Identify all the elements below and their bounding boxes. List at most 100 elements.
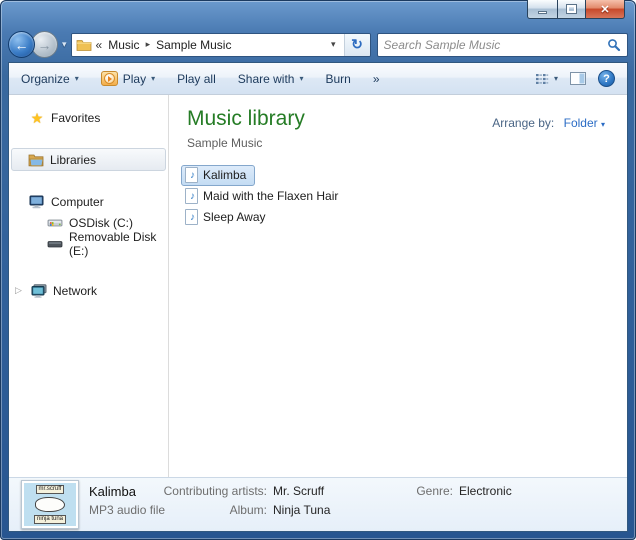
refresh-icon: ↻ [351, 36, 363, 53]
album-art-album-text: ninja tuna [34, 515, 66, 524]
arrange-by-label: Arrange by: [492, 116, 554, 130]
play-label: Play [123, 72, 146, 86]
sidebar-item-computer[interactable]: Computer [9, 191, 168, 212]
change-view-button[interactable]: ▾ [535, 73, 558, 85]
selected-file-title: Kalimba [89, 484, 136, 499]
maximize-icon [567, 5, 576, 13]
page-subtitle: Sample Music [187, 136, 305, 150]
network-icon [31, 284, 47, 298]
preview-pane-icon [570, 72, 586, 85]
page-title: Music library [187, 107, 305, 131]
genre-value: Electronic [459, 484, 512, 498]
sidebar-item-label: OSDisk (C:) [69, 216, 133, 230]
music-file-icon: ♪ [185, 209, 198, 225]
removable-drive-icon [47, 239, 63, 249]
album-value: Ninja Tuna [273, 503, 330, 517]
genre-label: Genre: [385, 484, 453, 498]
sidebar-item-label: Network [53, 284, 97, 298]
help-button[interactable]: ? [598, 70, 615, 87]
history-dropdown-button[interactable]: ▾ [62, 39, 67, 50]
album-art: mr.scruff ninja tuna [24, 483, 76, 526]
toolbar-overflow-button[interactable]: » [373, 72, 380, 86]
navigation-bar: ← → ▾ « Music ▸ Sample Music ▾ ↻ [0, 27, 636, 62]
address-bar[interactable]: « Music ▸ Sample Music ▾ ↻ [71, 33, 371, 57]
app-region: Organize ▾ Play ▾ Play all Share with ▾ … [8, 62, 628, 532]
toolbar-right-group: ▾ ? [535, 70, 615, 87]
navigation-pane: ★ Favorites Libraries Computer [9, 95, 169, 477]
minimize-button[interactable] [527, 0, 557, 19]
album-art-thumbnail[interactable]: mr.scruff ninja tuna [21, 480, 79, 529]
close-button[interactable]: ✕ [585, 0, 625, 19]
play-all-button[interactable]: Play all [177, 72, 216, 86]
album-art-blob [35, 497, 65, 512]
file-row: ♪ Kalimba [181, 165, 627, 186]
breadcrumb-separator-icon[interactable]: ▸ [146, 39, 151, 50]
file-list-pane: Music library Sample Music Arrange by: F… [169, 95, 627, 477]
overflow-icon: » [373, 72, 380, 86]
file-name: Maid with the Flaxen Hair [203, 189, 338, 203]
sidebar-item-libraries[interactable]: Libraries [11, 148, 166, 171]
caption-buttons: ✕ [527, 0, 625, 19]
folder-icon [76, 38, 92, 51]
library-header: Music library Sample Music Arrange by: F… [169, 95, 627, 150]
play-button[interactable]: Play ▾ [101, 71, 155, 86]
sidebar-item-label: Libraries [50, 153, 96, 167]
album-label: Album: [139, 503, 267, 517]
forward-button[interactable]: → [31, 31, 58, 58]
play-all-label: Play all [177, 72, 216, 86]
breadcrumb-segment-sample-music[interactable]: Sample Music [154, 38, 233, 52]
sidebar-item-label: Removable Disk (E:) [69, 230, 168, 258]
search-box[interactable] [377, 33, 628, 57]
back-icon: ← [15, 37, 29, 53]
close-icon: ✕ [600, 3, 609, 16]
file-item-sleep-away[interactable]: ♪ Sleep Away [181, 207, 275, 228]
hard-drive-icon [47, 217, 63, 229]
explorer-window: ✕ ← → ▾ « Music ▸ Sample Music ▾ ↻ [0, 0, 636, 540]
search-icon[interactable] [607, 38, 621, 52]
title-bar[interactable]: ✕ [0, 0, 636, 27]
minimize-icon [538, 11, 547, 14]
music-note-icon: ♪ [187, 190, 198, 204]
help-icon: ? [603, 73, 610, 85]
expand-arrow-icon[interactable]: ▷ [15, 285, 25, 296]
sidebar-item-network[interactable]: ▷ Network [9, 280, 168, 301]
contributing-artists-value: Mr. Scruff [273, 484, 324, 498]
breadcrumb-collapse-button[interactable]: « [96, 38, 103, 52]
views-icon [535, 73, 549, 85]
share-with-button[interactable]: Share with ▾ [238, 72, 304, 86]
album-art-artist-text: mr.scruff [36, 485, 65, 494]
file-name: Kalimba [203, 168, 246, 182]
chevron-down-icon: ▾ [151, 74, 155, 83]
contributing-artists-label: Contributing artists: [139, 484, 267, 498]
organize-button[interactable]: Organize ▾ [21, 72, 79, 86]
file-row: ♪ Sleep Away [181, 207, 627, 228]
file-item-maid-with-the-flaxen-hair[interactable]: ♪ Maid with the Flaxen Hair [181, 186, 347, 207]
breadcrumb-segment-music[interactable]: Music [106, 38, 141, 52]
file-row: ♪ Maid with the Flaxen Hair [181, 186, 627, 207]
sidebar-item-removable-disk-e[interactable]: Removable Disk (E:) [9, 233, 168, 254]
file-list: ♪ Kalimba ♪ Maid with the Flaxen Hair ♪ [169, 165, 627, 228]
details-pane: mr.scruff ninja tuna Kalimba MP3 audio f… [9, 477, 627, 531]
file-item-kalimba[interactable]: ♪ Kalimba [181, 165, 255, 186]
music-note-icon: ♪ [187, 169, 198, 183]
back-button[interactable]: ← [8, 31, 35, 58]
burn-button[interactable]: Burn [325, 72, 350, 86]
maximize-button[interactable] [557, 0, 585, 19]
refresh-button[interactable]: ↻ [344, 34, 370, 56]
favorites-star-icon: ★ [29, 111, 45, 125]
search-input[interactable] [384, 38, 607, 52]
music-file-icon: ♪ [185, 167, 198, 183]
chevron-down-icon[interactable]: ▾ [601, 120, 605, 129]
explorer-body: ★ Favorites Libraries Computer [9, 95, 627, 477]
music-note-icon: ♪ [187, 211, 198, 225]
arrange-by-dropdown[interactable]: Folder [564, 116, 598, 130]
burn-label: Burn [325, 72, 350, 86]
sidebar-item-label: Computer [51, 195, 104, 209]
preview-pane-button[interactable] [570, 72, 586, 85]
play-icon [101, 71, 118, 86]
breadcrumb: « Music ▸ Sample Music ▾ [72, 34, 344, 56]
address-dropdown-button[interactable]: ▾ [327, 39, 340, 50]
share-with-label: Share with [238, 72, 295, 86]
sidebar-item-favorites[interactable]: ★ Favorites [9, 107, 168, 128]
file-name: Sleep Away [203, 210, 266, 224]
